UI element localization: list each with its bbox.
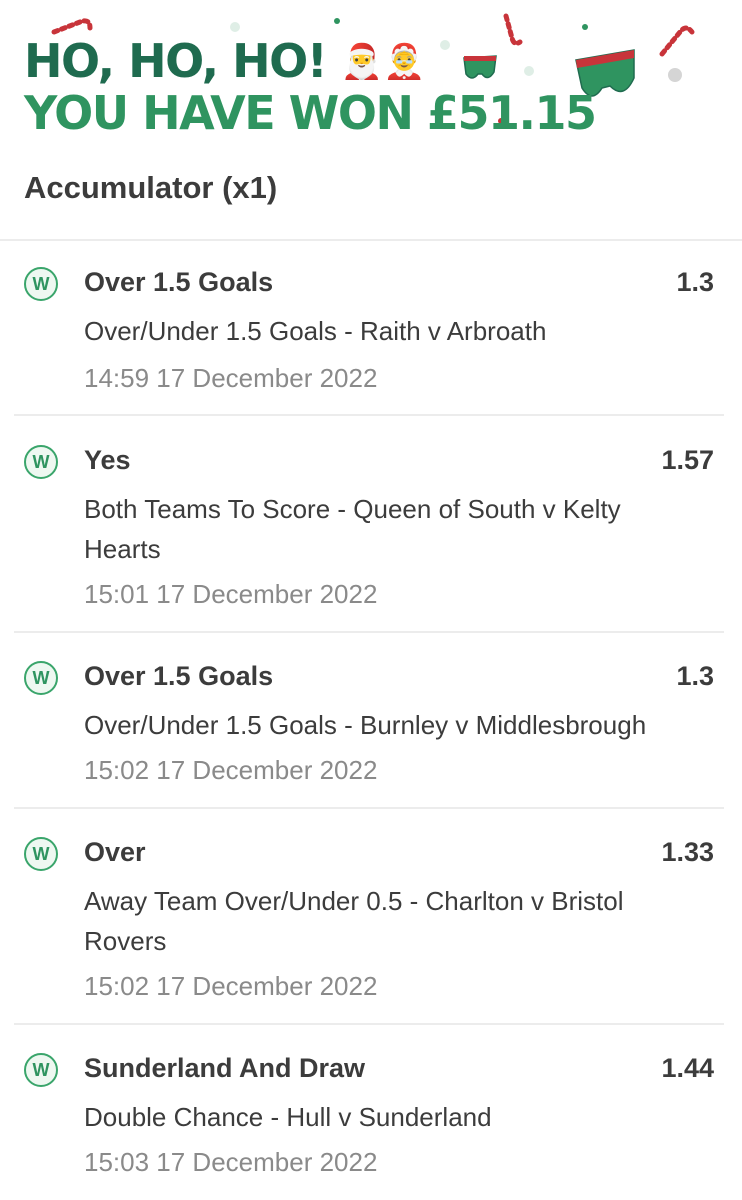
- leg-market: Both Teams To Score - Queen of South v K…: [84, 494, 621, 564]
- leg-selection: Over 1.5 Goals: [84, 661, 274, 691]
- snow-dot: [582, 24, 588, 30]
- snow-dot: [668, 68, 682, 82]
- snow-dot: [524, 66, 534, 76]
- leg-time: 14:59 17 December 2022: [84, 363, 378, 393]
- bet-type-title: Accumulator (x1): [24, 170, 278, 205]
- leg-market: Away Team Over/Under 0.5 - Charlton v Br…: [84, 886, 624, 956]
- leg-odds: 1.3: [676, 661, 714, 691]
- win-badge-icon: W: [24, 661, 58, 695]
- santa-emoji-icon: 🎅🤶: [340, 42, 426, 82]
- leg-time: 15:02 17 December 2022: [84, 755, 378, 785]
- leg-market: Over/Under 1.5 Goals - Raith v Arbroath: [84, 316, 547, 346]
- bet-leg[interactable]: W Over 1.5 Goals 1.3 Over/Under 1.5 Goal…: [0, 633, 742, 809]
- leg-market: Double Chance - Hull v Sunderland: [84, 1102, 492, 1132]
- snow-dot: [230, 22, 240, 32]
- snow-dot: [440, 40, 450, 50]
- win-badge-icon: W: [24, 445, 58, 479]
- bet-leg[interactable]: W Sunderland And Draw 1.44 Double Chance…: [0, 1025, 742, 1200]
- divider: [14, 414, 724, 416]
- leg-odds: 1.44: [661, 1053, 714, 1083]
- candy-cane-icon: [659, 25, 695, 57]
- headline-greeting-text: HO, HO, HO!: [24, 34, 328, 88]
- leg-market: Over/Under 1.5 Goals - Burnley v Middles…: [84, 710, 647, 740]
- leg-selection: Over 1.5 Goals: [84, 267, 274, 297]
- underpants-icon: [463, 55, 497, 79]
- bet-leg[interactable]: W Over 1.33 Away Team Over/Under 0.5 - C…: [0, 809, 742, 1025]
- leg-odds: 1.3: [676, 267, 714, 297]
- leg-time: 15:03 17 December 2022: [84, 1147, 378, 1177]
- leg-selection: Yes: [84, 445, 131, 475]
- bet-leg[interactable]: W Yes 1.57 Both Teams To Score - Queen o…: [0, 417, 742, 633]
- leg-time: 15:01 17 December 2022: [84, 579, 378, 609]
- win-amount-headline: YOU HAVE WON £51.15: [24, 86, 597, 140]
- leg-time: 15:02 17 December 2022: [84, 971, 378, 1001]
- candy-cane-icon: [503, 13, 523, 46]
- leg-selection: Sunderland And Draw: [84, 1053, 366, 1083]
- leg-odds: 1.33: [661, 837, 714, 867]
- headline-greeting: HO, HO, HO! 🎅🤶: [24, 34, 425, 88]
- win-badge-icon: W: [24, 1053, 58, 1087]
- snow-dot: [334, 18, 340, 24]
- leg-odds: 1.57: [661, 445, 714, 475]
- bet-leg[interactable]: W Over 1.5 Goals 1.3 Over/Under 1.5 Goal…: [0, 241, 742, 417]
- win-badge-icon: W: [24, 837, 58, 871]
- candy-cane-icon: [51, 18, 93, 35]
- win-banner: HO, HO, HO! 🎅🤶 YOU HAVE WON £51.15: [0, 0, 742, 150]
- win-badge-icon: W: [24, 267, 58, 301]
- leg-selection: Over: [84, 837, 146, 867]
